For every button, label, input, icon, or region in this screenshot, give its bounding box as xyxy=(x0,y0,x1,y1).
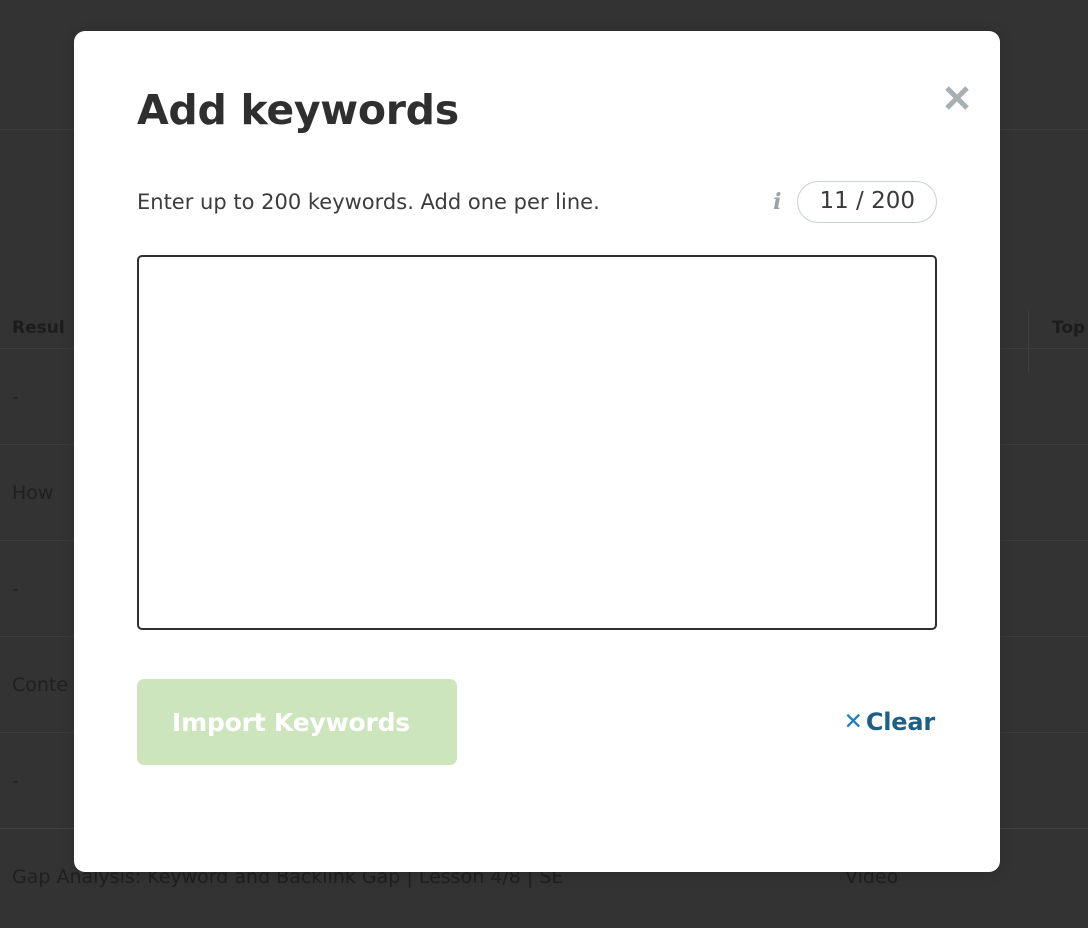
keywords-input[interactable] xyxy=(137,255,937,630)
info-icon[interactable]: i xyxy=(773,191,781,213)
import-keywords-button[interactable]: Import Keywords xyxy=(137,679,457,765)
clear-button-label: Clear xyxy=(866,708,935,736)
cell-result: How xyxy=(12,482,53,504)
close-icon[interactable] xyxy=(940,81,974,115)
add-keywords-modal: Add keywords Enter up to 200 keywords. A… xyxy=(74,31,1000,872)
page-title: Add keywords xyxy=(137,86,459,135)
clear-button[interactable]: ✕ Clear xyxy=(842,704,937,740)
keyword-counter-badge: 11 / 200 xyxy=(797,181,937,223)
column-header-top: Top xyxy=(1052,318,1085,338)
modal-actions: Import Keywords ✕ Clear xyxy=(137,679,937,765)
column-header-result: Resul xyxy=(12,318,65,338)
cell-result: - xyxy=(12,386,19,408)
cell-result: - xyxy=(12,578,19,600)
clear-x-icon: ✕ xyxy=(844,711,863,734)
modal-subtitle: Enter up to 200 keywords. Add one per li… xyxy=(137,190,600,214)
cell-result: Conte xyxy=(12,674,68,696)
cell-result: - xyxy=(12,770,19,792)
subtitle-row: Enter up to 200 keywords. Add one per li… xyxy=(137,176,937,228)
counter-group: i 11 / 200 xyxy=(773,181,937,223)
